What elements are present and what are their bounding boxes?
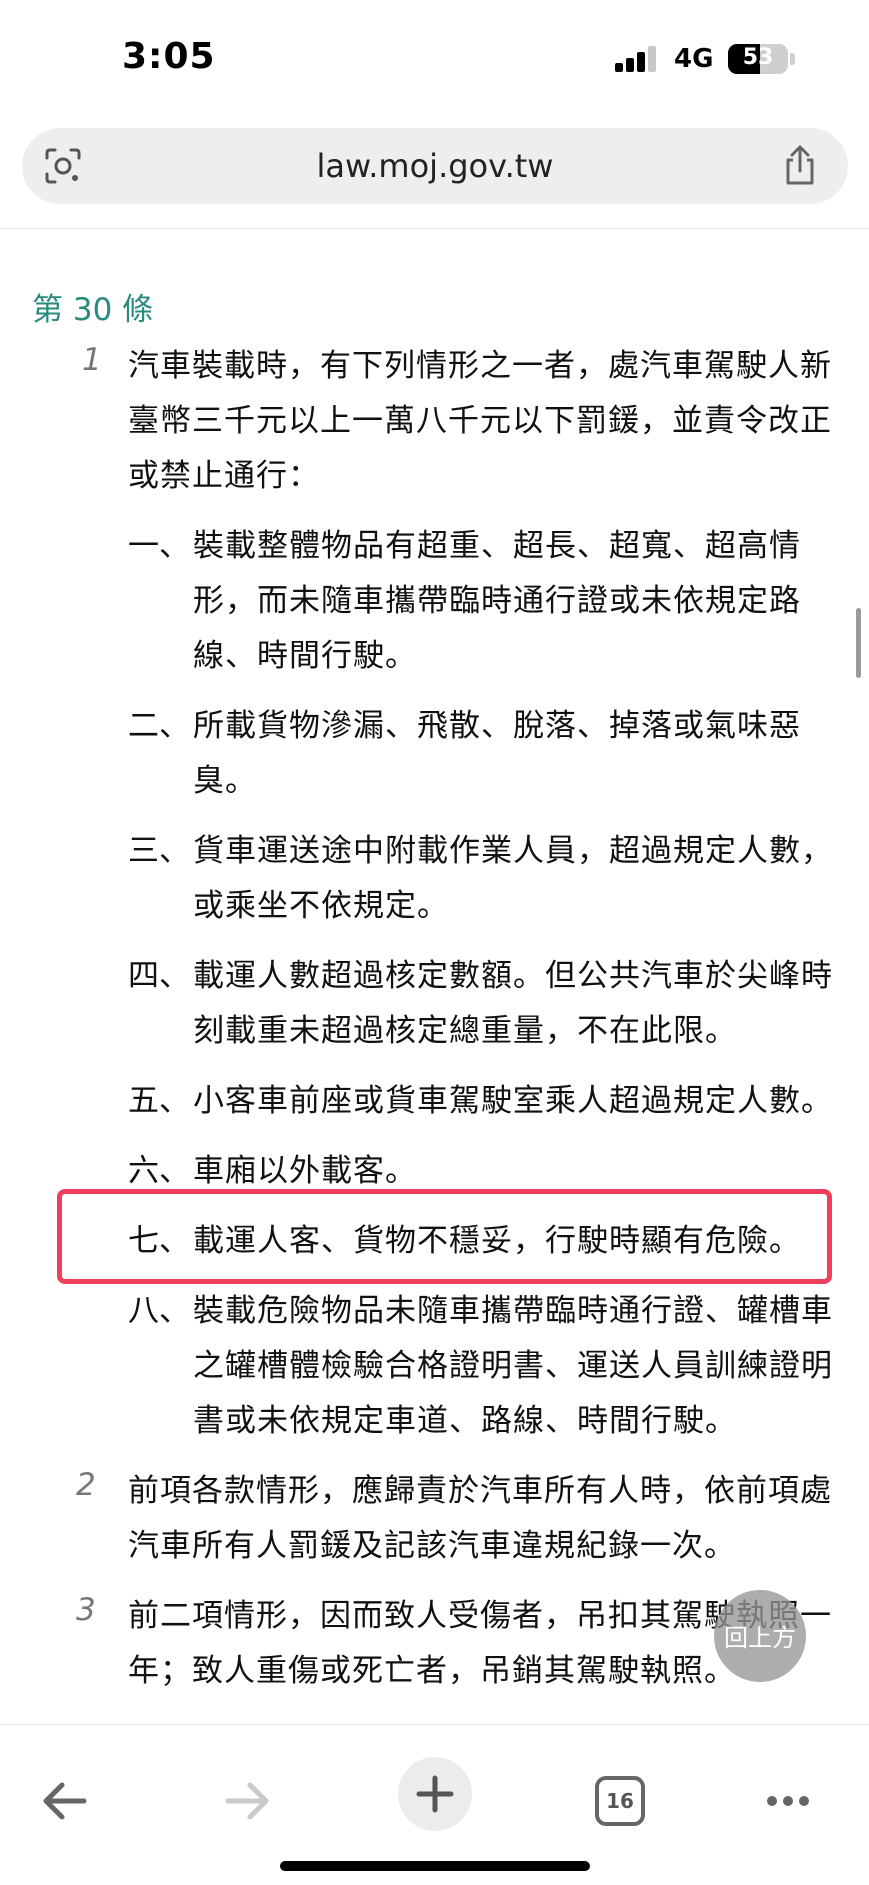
address-bar[interactable]: law.moj.gov.tw: [22, 128, 848, 204]
status-time: 3:05: [122, 36, 216, 77]
item-line: 載運人數超過核定數額。但公共汽車於尖峰時: [193, 958, 833, 994]
item-line: 裝載整體物品有超重、超長、超寬、超高情: [193, 528, 801, 564]
scrollbar-thumb[interactable]: [856, 608, 861, 678]
item-number: 一、: [128, 528, 190, 564]
paragraph-line: 臺幣三千元以上一萬八千元以下罰鍰，並責令改正: [128, 403, 832, 439]
new-tab-button[interactable]: [398, 1757, 472, 1831]
item-line: 刻載重未超過核定總重量，不在此限。: [193, 1013, 737, 1049]
item-line: 所載貨物滲漏、飛散、脫落、掉落或氣味惡: [193, 708, 801, 744]
bottom-toolbar: 16: [0, 1724, 869, 1885]
item-number: 六、: [128, 1153, 190, 1189]
network-type: 4G: [674, 44, 714, 74]
plus-icon: [416, 1775, 454, 1813]
forward-arrow-icon[interactable]: [212, 1765, 284, 1837]
item-line: 車廂以外載客。: [193, 1153, 417, 1189]
paragraph-number: 2: [76, 1467, 96, 1503]
back-to-top-label: 回上方: [724, 1624, 796, 1652]
divider: [0, 228, 869, 229]
highlight-box: [57, 1189, 832, 1284]
item-line: 或乘坐不依規定。: [193, 888, 449, 924]
battery-cap: [790, 53, 795, 65]
paragraph-line: 年；致人重傷或死亡者，吊銷其駕駛執照。: [128, 1653, 736, 1689]
paragraph-line: 汽車所有人罰鍰及記該汽車違規紀錄一次。: [128, 1528, 736, 1564]
item-line: 線、時間行駛。: [193, 638, 417, 674]
article-heading[interactable]: 第 30 條: [32, 284, 153, 329]
back-to-top-button[interactable]: 回上方: [714, 1590, 806, 1682]
item-number: 四、: [128, 958, 190, 994]
item-number: 五、: [128, 1083, 190, 1119]
item-line: 形，而未隨車攜帶臨時通行證或未依規定路: [193, 583, 801, 619]
paragraph-line: 前項各款情形，應歸責於汽車所有人時，依前項處: [128, 1473, 832, 1509]
item-line: 書或未依規定車道、路線、時間行駛。: [193, 1403, 737, 1439]
more-icon[interactable]: [752, 1765, 824, 1837]
item-number: 二、: [128, 708, 190, 744]
item-number: 三、: [128, 833, 190, 869]
item-number: 八、: [128, 1293, 190, 1329]
back-arrow-icon[interactable]: [28, 1765, 100, 1837]
item-line: 貨車運送途中附載作業人員，超過規定人數，: [193, 833, 833, 869]
item-line: 臭。: [193, 763, 257, 799]
paragraph-line: 或禁止通行：: [128, 458, 320, 494]
home-indicator: [280, 1861, 590, 1871]
tab-count: 16: [606, 1789, 634, 1813]
paragraph-line: 汽車裝載時，有下列情形之一者，處汽車駕駛人新: [128, 348, 832, 384]
url-text[interactable]: law.moj.gov.tw: [22, 147, 848, 185]
item-line: 小客車前座或貨車駕駛室乘人超過規定人數。: [193, 1083, 833, 1119]
battery-icon: 53: [728, 44, 788, 74]
signal-icon: [615, 46, 661, 72]
paragraph-number: 3: [76, 1592, 96, 1628]
status-bar: 3:05 4G 53: [0, 0, 869, 110]
item-line: 之罐槽體檢驗合格證明書、運送人員訓練證明: [193, 1348, 833, 1384]
share-icon[interactable]: [780, 144, 820, 186]
paragraph-number: 1: [82, 342, 102, 378]
tabs-button[interactable]: 16: [584, 1765, 656, 1837]
item-line: 裝載危險物品未隨車攜帶臨時通行證、罐槽車: [193, 1293, 833, 1329]
battery-percent: 53: [742, 45, 774, 70]
